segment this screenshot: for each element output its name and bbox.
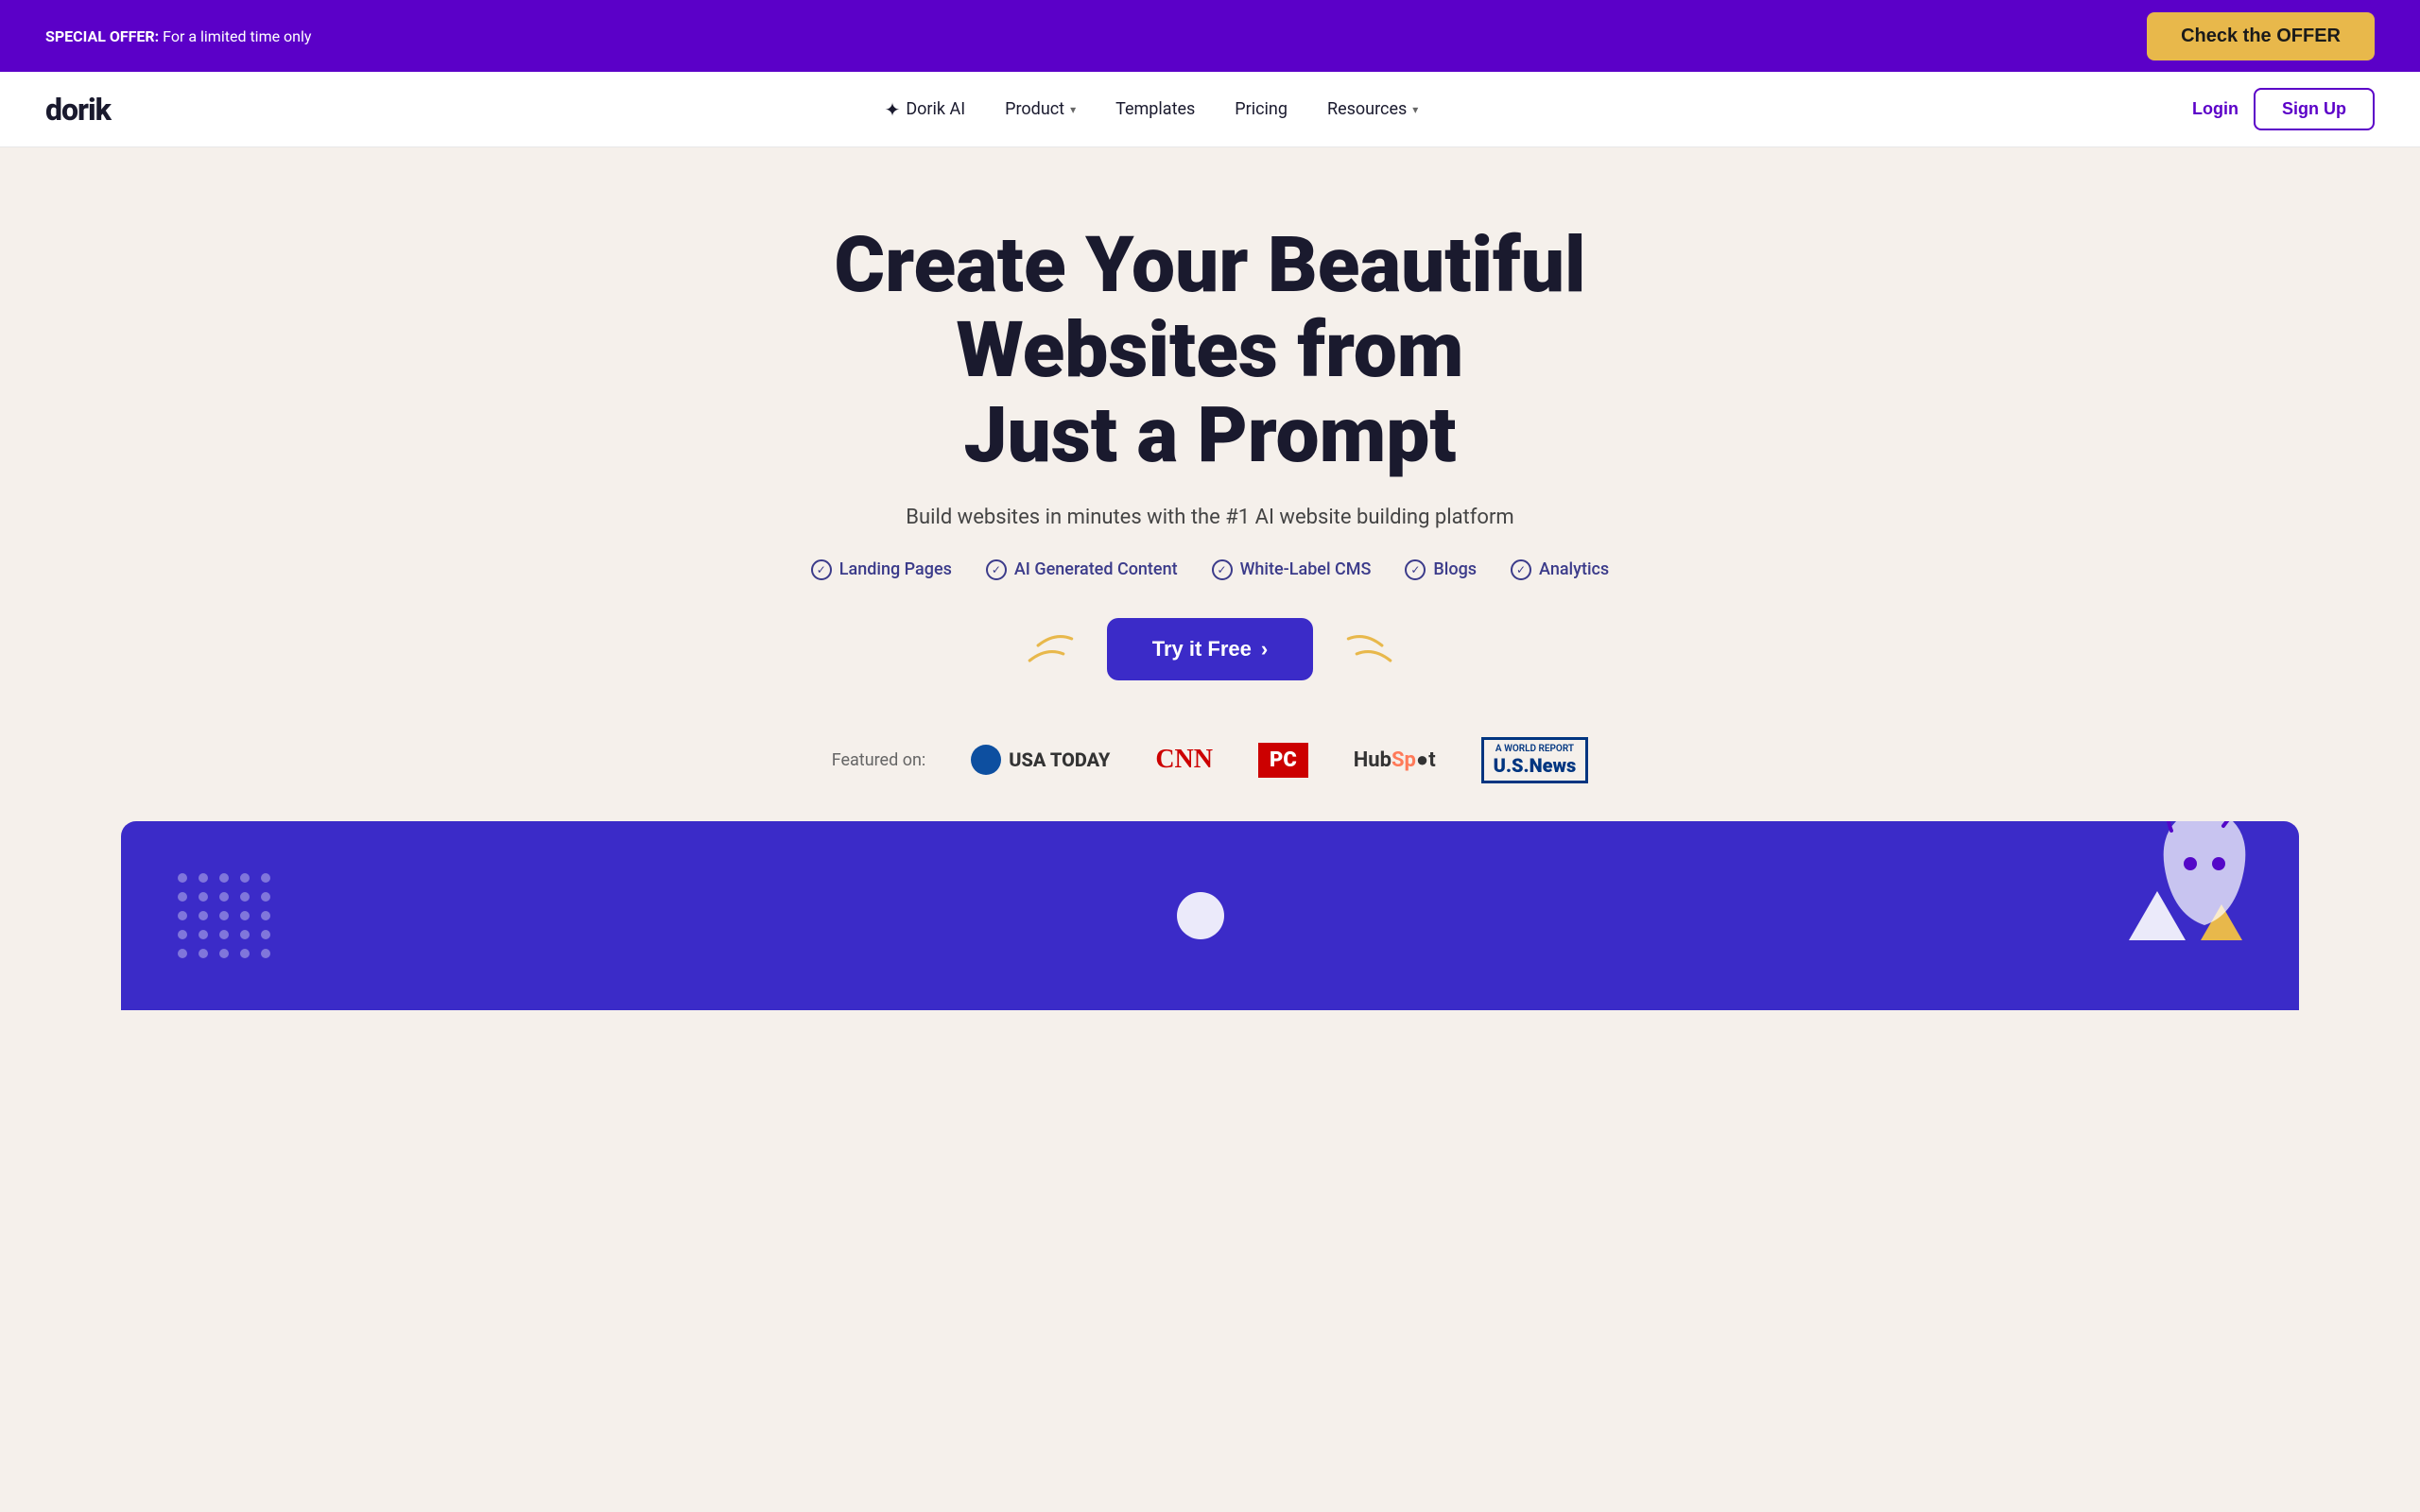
check-icon-3: ✓ [1212, 559, 1233, 580]
hero-features: ✓ Landing Pages ✓ AI Generated Content ✓… [45, 559, 2375, 580]
feature-whitelabel: ✓ White-Label CMS [1212, 559, 1372, 580]
usa-today-logo: USA TODAY [971, 745, 1110, 775]
usnews-logo: A WORLD REPORT U.S.News [1481, 737, 1589, 783]
announcement-text: SPECIAL OFFER: For a limited time only [45, 27, 311, 45]
check-icon-2: ✓ [986, 559, 1007, 580]
chevron-down-icon: ▾ [1070, 103, 1076, 116]
nav-item-resources[interactable]: Resources ▾ [1312, 92, 1433, 127]
hero-subtitle: Build websites in minutes with the #1 AI… [45, 506, 2375, 529]
signup-button[interactable]: Sign Up [2254, 88, 2375, 130]
feature-label-2: AI Generated Content [1014, 559, 1178, 579]
hubspot-logo: HubSp●t [1354, 747, 1436, 772]
feature-landing-pages: ✓ Landing Pages [811, 559, 952, 580]
announcement-bar: SPECIAL OFFER: For a limited time only C… [0, 0, 2420, 72]
check-offer-button[interactable]: Check the OFFER [2147, 12, 2375, 60]
logo[interactable]: dorik [45, 92, 111, 128]
nav-label-product: Product [1005, 99, 1064, 119]
logo-text: dorik [45, 92, 111, 128]
nav-label-templates: Templates [1115, 99, 1195, 119]
nav-item-product[interactable]: Product ▾ [990, 92, 1091, 127]
feature-analytics: ✓ Analytics [1511, 559, 1609, 580]
featured-on: Featured on: USA TODAY CNN PC HubSp●t A … [45, 737, 2375, 783]
squiggle-right-icon [1336, 630, 1411, 668]
dashboard-preview [121, 821, 2299, 1010]
featured-label: Featured on: [832, 750, 926, 770]
hubspot-accent: Sp [1392, 748, 1416, 772]
feature-label-4: Blogs [1433, 559, 1477, 579]
try-free-label: Try it Free [1152, 637, 1252, 662]
nav-item-templates[interactable]: Templates [1100, 92, 1210, 127]
hero-title: Create Your Beautiful Websites from Just… [690, 223, 1730, 479]
nav-item-pricing[interactable]: Pricing [1219, 92, 1303, 127]
hero-section: Create Your Beautiful Websites from Just… [0, 147, 2420, 1048]
usnews-main: U.S.News [1494, 754, 1577, 777]
nav-label-pricing: Pricing [1235, 99, 1288, 119]
squiggle-left-icon [1009, 630, 1084, 668]
mascot-decoration [2148, 821, 2261, 954]
navbar: dorik ✦ Dorik AI Product ▾ Templates Pri… [0, 72, 2420, 147]
try-it-free-button[interactable]: Try it Free › [1107, 618, 1313, 680]
announcement-normal: For a limited time only [159, 27, 311, 45]
hero-title-line2: Just a Prompt [963, 390, 1456, 481]
dashboard-circle [1177, 892, 1224, 939]
feature-label-3: White-Label CMS [1240, 559, 1372, 579]
cnn-logo: CNN [1155, 745, 1213, 775]
feature-ai-content: ✓ AI Generated Content [986, 559, 1178, 580]
usa-today-text: USA TODAY [1009, 748, 1110, 771]
check-icon: ✓ [811, 559, 832, 580]
ai-star-icon: ✦ [885, 98, 901, 121]
nav-label-resources: Resources [1327, 99, 1407, 119]
usa-today-dot [971, 745, 1001, 775]
feature-blogs: ✓ Blogs [1405, 559, 1477, 580]
cta-area: Try it Free › [45, 618, 2375, 680]
check-icon-5: ✓ [1511, 559, 1531, 580]
login-button[interactable]: Login [2192, 99, 2238, 119]
nav-auth: Login Sign Up [2192, 88, 2375, 130]
announcement-bold: SPECIAL OFFER: [45, 27, 159, 45]
hero-title-line1: Create Your Beautiful Websites from [834, 220, 1585, 396]
check-icon-4: ✓ [1405, 559, 1426, 580]
nav-links: ✦ Dorik AI Product ▾ Templates Pricing R… [870, 91, 1434, 129]
usnews-sub: A WORLD REPORT [1494, 744, 1577, 754]
feature-label: Landing Pages [839, 559, 952, 579]
pc-logo: PC [1258, 743, 1308, 778]
usnews-content: A WORLD REPORT U.S.News [1494, 744, 1577, 777]
dashboard-inner [121, 821, 2299, 1010]
nav-label-dorik-ai: Dorik AI [906, 99, 965, 119]
nav-item-dorik-ai[interactable]: ✦ Dorik AI [870, 91, 981, 129]
arrow-icon: › [1261, 637, 1268, 662]
feature-label-5: Analytics [1539, 559, 1609, 579]
chevron-down-icon-2: ▾ [1412, 103, 1418, 116]
pc-logo-text: PC [1258, 743, 1308, 778]
dots-pattern [178, 873, 272, 958]
